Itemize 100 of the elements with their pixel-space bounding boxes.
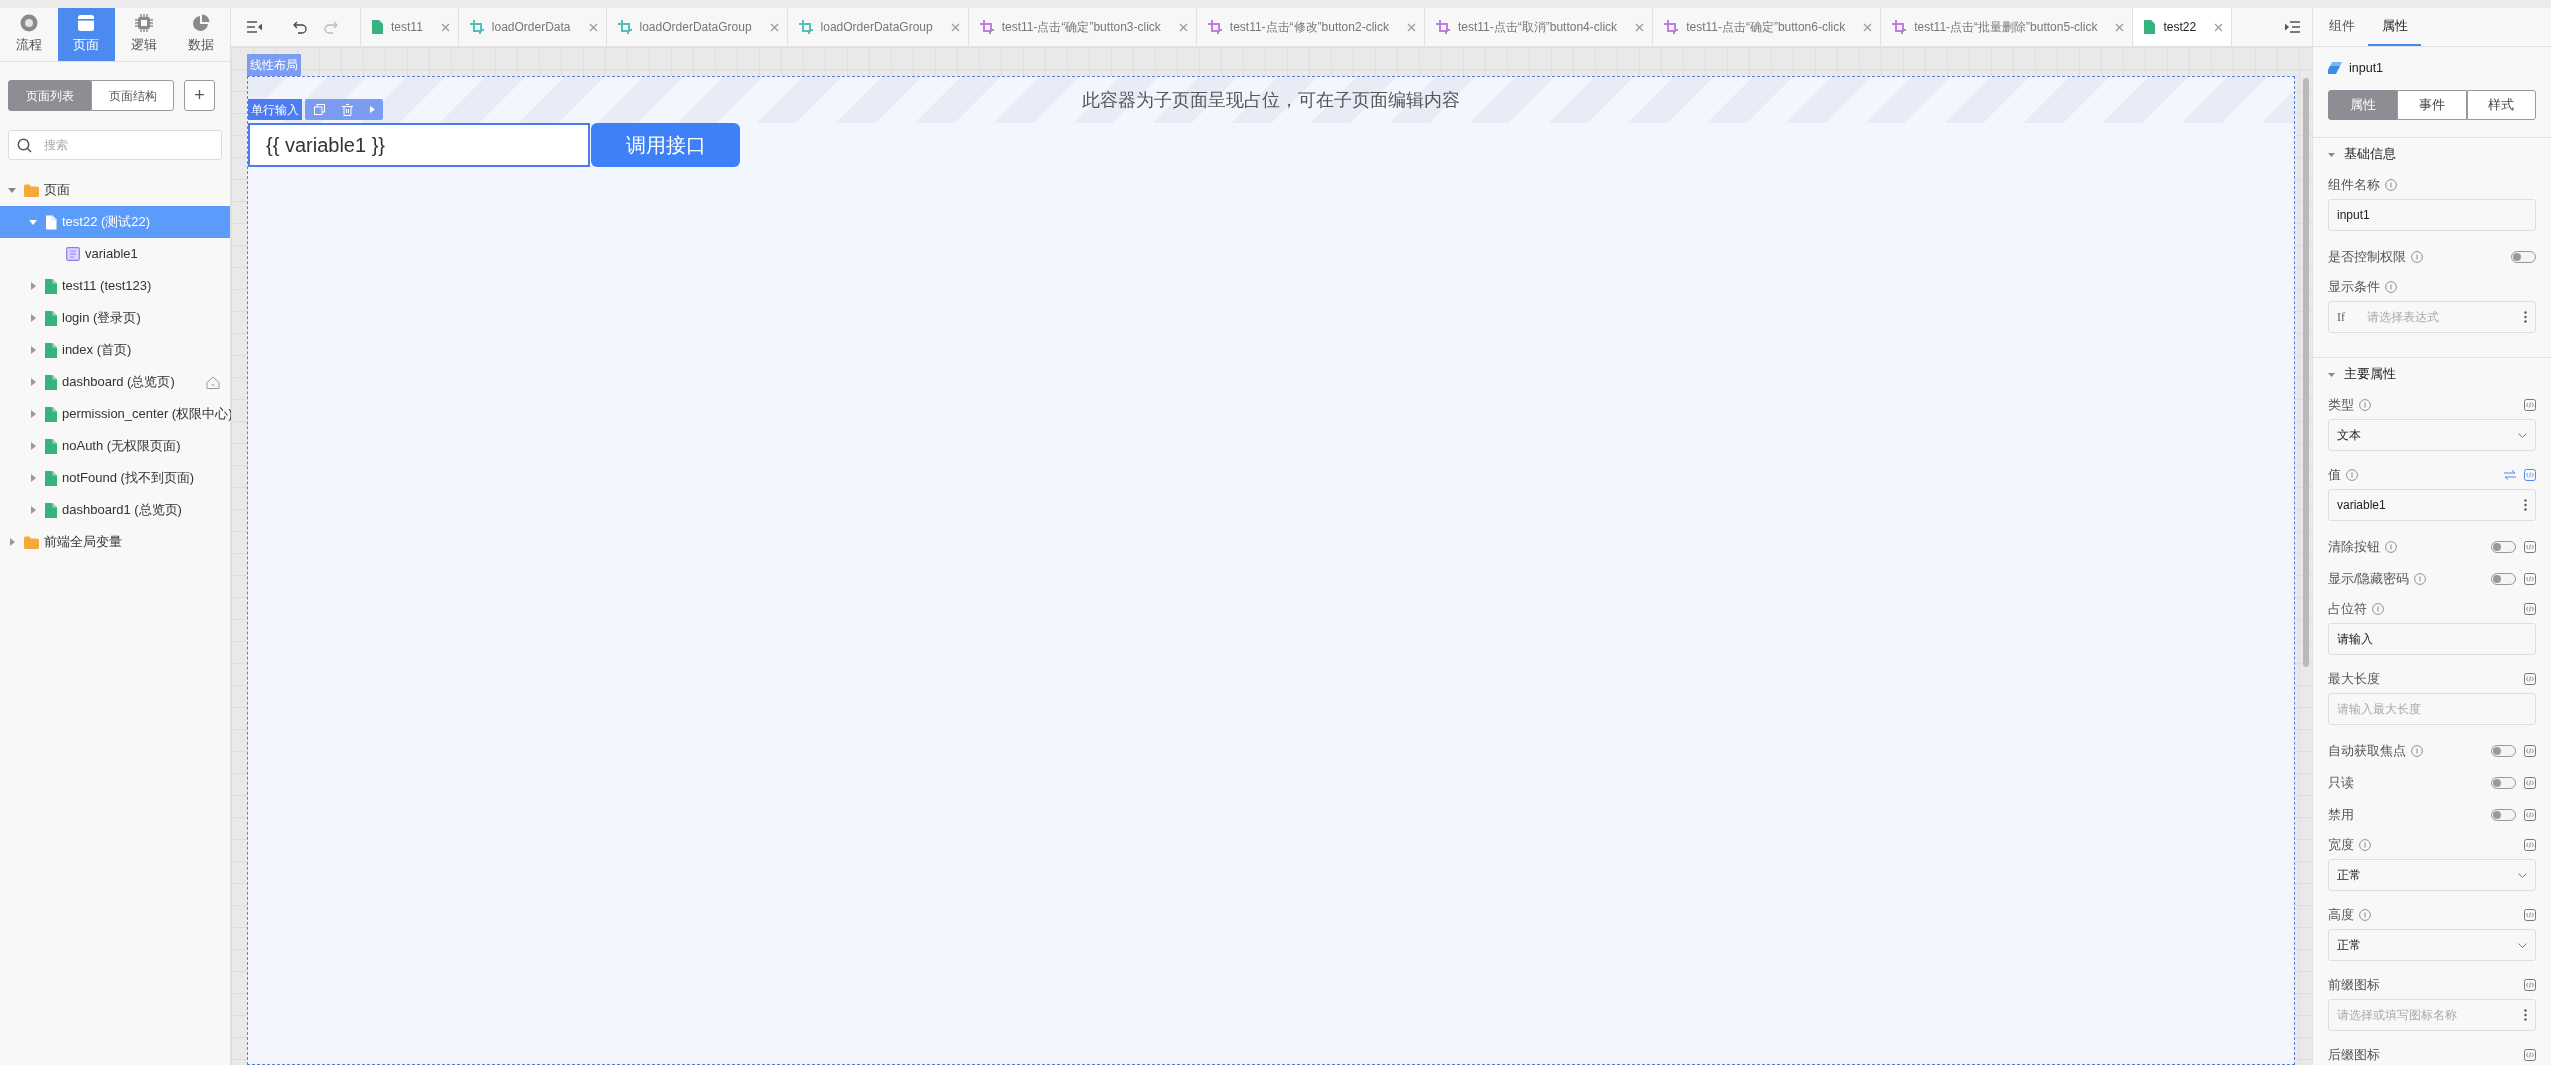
- document-icon: [45, 470, 57, 486]
- tree-item[interactable]: dashboard (总览页): [0, 366, 230, 398]
- field-label: 禁用: [2328, 806, 2354, 824]
- close-icon[interactable]: [1406, 22, 1416, 32]
- close-icon[interactable]: [440, 22, 450, 32]
- code-icon[interactable]: [2524, 573, 2536, 585]
- editor-tab[interactable]: test22: [2133, 8, 2233, 46]
- text-field[interactable]: variable1: [2328, 489, 2536, 521]
- nav-tab[interactable]: 数据: [172, 8, 230, 61]
- panel-tab[interactable]: 组件: [2315, 8, 2368, 46]
- pie-chart-icon: [192, 14, 211, 33]
- component-tag: 单行输入: [248, 99, 302, 120]
- folder-icon: [24, 183, 39, 197]
- swap-icon: [2504, 470, 2516, 480]
- text-field[interactable]: input1: [2328, 199, 2536, 231]
- more-icon[interactable]: [2524, 1009, 2527, 1021]
- code-icon[interactable]: [2524, 777, 2536, 789]
- toggle-switch[interactable]: [2491, 809, 2516, 821]
- play-icon[interactable]: [369, 106, 375, 113]
- code-icon[interactable]: [2524, 673, 2536, 685]
- component-name: input1: [2349, 59, 2384, 77]
- code-icon[interactable]: [2524, 1049, 2536, 1061]
- code-icon[interactable]: [2524, 469, 2536, 481]
- close-icon[interactable]: [2115, 22, 2125, 32]
- trash-icon[interactable]: [341, 103, 353, 116]
- nav-tab[interactable]: 流程: [0, 8, 58, 61]
- add-button[interactable]: +: [184, 80, 215, 111]
- tree-item[interactable]: variable1: [0, 238, 230, 270]
- document-icon: [45, 374, 57, 390]
- component-icon: [2328, 62, 2342, 74]
- toggle-switch[interactable]: [2491, 745, 2516, 757]
- code-icon[interactable]: [2524, 839, 2536, 851]
- property-tab[interactable]: 事件: [2397, 90, 2467, 120]
- tree-item[interactable]: noAuth (无权限页面): [0, 430, 230, 462]
- field-label: 组件名称: [2328, 176, 2380, 194]
- code-icon[interactable]: [2524, 541, 2536, 553]
- editor-tab[interactable]: test11-点击“确定”button3-click: [968, 8, 1197, 46]
- close-icon[interactable]: [950, 22, 960, 32]
- call-api-button[interactable]: 调用接口: [591, 123, 740, 167]
- dropdown[interactable]: 文本: [2328, 419, 2536, 451]
- tree-item[interactable]: index (首页): [0, 334, 230, 366]
- document-icon: [45, 438, 57, 454]
- close-icon[interactable]: [1178, 22, 1188, 32]
- collapse-panel-icon[interactable]: [247, 21, 263, 33]
- close-icon[interactable]: [769, 22, 779, 32]
- editor-tab[interactable]: test11: [361, 8, 459, 46]
- tree-item[interactable]: test11 (test123): [0, 270, 230, 302]
- close-icon[interactable]: [588, 22, 598, 32]
- dropdown[interactable]: 正常: [2328, 859, 2536, 891]
- more-icon[interactable]: [2524, 499, 2527, 511]
- document-icon: [45, 278, 57, 294]
- tree-item[interactable]: notFound (找不到页面): [0, 462, 230, 494]
- panel-tab[interactable]: 属性: [2368, 8, 2421, 46]
- toggle-switch[interactable]: [2511, 251, 2536, 263]
- more-icon[interactable]: [2524, 311, 2527, 323]
- document-icon: [45, 342, 57, 358]
- undo-icon[interactable]: [293, 20, 307, 34]
- tree-item[interactable]: 前端全局变量: [0, 526, 230, 558]
- tree-item[interactable]: login (登录页): [0, 302, 230, 334]
- copy-icon[interactable]: [313, 104, 325, 115]
- chip-icon: [134, 14, 153, 33]
- expand-panel-icon[interactable]: [2284, 21, 2300, 33]
- field-label: 清除按钮: [2328, 538, 2380, 556]
- editor-tab[interactable]: test11-点击“取消”button4-click: [1424, 8, 1654, 46]
- tree-item[interactable]: 页面: [0, 174, 230, 206]
- tree-item[interactable]: dashboard1 (总览页): [0, 494, 230, 526]
- field-label: 显示/隐藏密码: [2328, 570, 2410, 588]
- toggle-switch[interactable]: [2491, 573, 2516, 585]
- redo-icon[interactable]: [324, 20, 338, 34]
- editor-tab[interactable]: loadOrderData: [458, 8, 607, 46]
- text-field[interactable]: 请输入: [2328, 623, 2536, 655]
- text-field[interactable]: If 请选择表达式: [2328, 301, 2536, 333]
- field-label: 高度: [2328, 906, 2354, 924]
- text-input[interactable]: {{ variable1 }}: [248, 123, 590, 167]
- chevron-down-icon: [2518, 432, 2527, 438]
- code-icon[interactable]: [2524, 809, 2536, 821]
- field-label: 只读: [2328, 774, 2354, 792]
- editor-tab[interactable]: loadOrderDataGroup: [787, 8, 969, 46]
- editor-tab[interactable]: test11-点击“修改”button2-click: [1196, 8, 1425, 46]
- code-icon[interactable]: [2524, 745, 2536, 757]
- document-icon: [45, 214, 57, 230]
- scrollbar[interactable]: [2303, 78, 2309, 667]
- editor-tab[interactable]: test11-点击“确定”button6-click: [1653, 8, 1882, 46]
- section-title: 主要属性: [2344, 366, 2396, 384]
- code-icon[interactable]: [2524, 909, 2536, 921]
- close-icon[interactable]: [2214, 22, 2224, 32]
- code-icon[interactable]: [2524, 603, 2536, 615]
- code-icon[interactable]: [2524, 399, 2536, 411]
- nav-tab[interactable]: 逻辑: [115, 8, 173, 61]
- dropdown[interactable]: 正常: [2328, 929, 2536, 961]
- code-icon[interactable]: [2524, 979, 2536, 991]
- close-icon[interactable]: [1635, 22, 1645, 32]
- toggle-switch[interactable]: [2491, 541, 2516, 553]
- property-tab[interactable]: 样式: [2466, 90, 2536, 120]
- view-tab[interactable]: 页面结构: [91, 80, 174, 111]
- field-label: 后缀图标: [2328, 1046, 2380, 1064]
- toggle-switch[interactable]: [2491, 777, 2516, 789]
- close-icon[interactable]: [1863, 22, 1873, 32]
- editor-tab[interactable]: loadOrderDataGroup: [606, 8, 788, 46]
- record-icon: [19, 14, 38, 33]
